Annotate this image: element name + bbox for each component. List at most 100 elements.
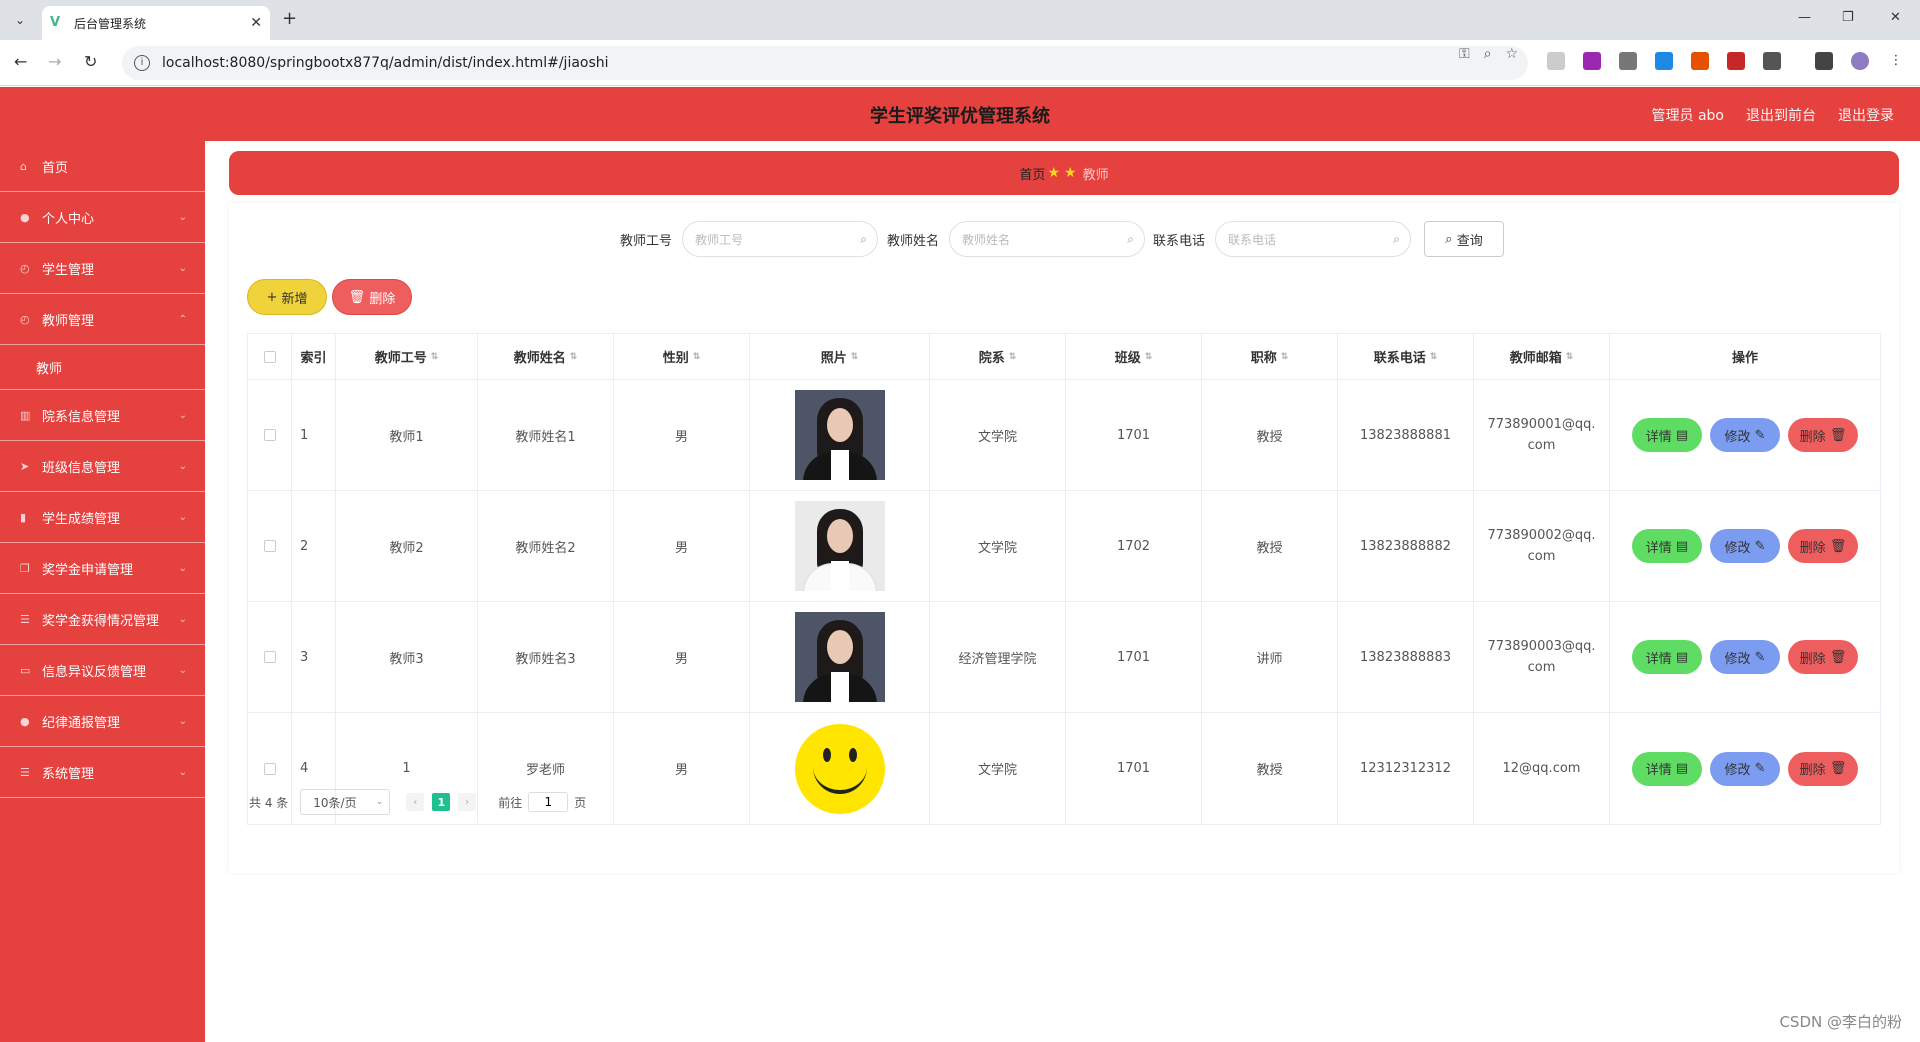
close-window-icon[interactable]: ✕ <box>1890 10 1901 25</box>
logout-link[interactable]: 退出登录 <box>1838 105 1894 125</box>
extension-icon[interactable] <box>1547 52 1565 70</box>
sidebar-item-system[interactable]: ☰ 系统管理 ⌄ <box>0 747 205 798</box>
sidebar-item-feedback[interactable]: ▭ 信息异议反馈管理 ⌄ <box>0 645 205 696</box>
sidebar-item-scholarship-result[interactable]: ☰ 奖学金获得情况管理 ⌄ <box>0 594 205 645</box>
new-tab-icon[interactable]: + <box>282 8 297 29</box>
sidebar-item-students[interactable]: ◴ 学生管理 ⌄ <box>0 243 205 294</box>
sidebar-item-home[interactable]: ⌂ 首页 <box>0 141 205 192</box>
current-user: 管理员 abo <box>1651 108 1724 124</box>
menu-dots-icon[interactable]: ⋮ <box>1887 52 1905 70</box>
delete-button[interactable]: 删除 🗑 <box>1788 529 1858 563</box>
edit-button[interactable]: 修改 ✎ <box>1710 640 1780 674</box>
omnibox[interactable]: i localhost:8080/springbootx877q/admin/d… <box>122 46 1528 80</box>
extension-icon[interactable] <box>1655 52 1673 70</box>
detail-button[interactable]: 详情 ▤ <box>1632 640 1702 674</box>
phone: 12312312312 <box>1338 713 1474 824</box>
prev-page-button[interactable]: ‹ <box>406 793 425 811</box>
chevron-up-icon: ⌃ <box>178 313 187 325</box>
col-sex[interactable]: 性别 ⇅ <box>614 334 750 379</box>
sidebar-item-profile[interactable]: ● 个人中心 ⌄ <box>0 192 205 243</box>
key-icon[interactable]: ⚿ <box>1459 46 1470 62</box>
row-checkbox[interactable] <box>263 429 276 441</box>
row-checkbox[interactable] <box>263 540 276 552</box>
extension-icon[interactable] <box>1583 52 1601 70</box>
clock-icon: ◴ <box>20 312 30 326</box>
select-all-checkbox[interactable] <box>263 350 276 363</box>
row-checkbox[interactable] <box>263 762 276 775</box>
breadcrumb-home[interactable]: 首页 <box>1019 164 1045 183</box>
current-page[interactable]: 1 <box>432 793 451 811</box>
table-header-row: 索引 教师工号 ⇅ 教师姓名 ⇅ 性别 ⇅ 照片 ⇅ 院系 ⇅ 班级 ⇅ 职称 ⇅ 联系电话 ⇅… <box>248 334 1880 380</box>
sidepanel-icon[interactable] <box>1815 52 1833 70</box>
zoom-icon[interactable]: ⌕ <box>1484 46 1492 62</box>
delete-button[interactable]: 删除 🗑 <box>1788 751 1858 786</box>
sidebar-item-teachers[interactable]: ◴ 教师管理 ⌃ <box>0 294 205 345</box>
profile-avatar[interactable] <box>1851 52 1869 70</box>
department: 文学院 <box>930 713 1066 824</box>
chevron-down-icon: ⌄ <box>178 766 187 778</box>
search-icon: ⌕ <box>1445 231 1457 247</box>
detail-button[interactable]: 详情 ▤ <box>1632 751 1702 786</box>
detail-button[interactable]: 详情 ▤ <box>1632 418 1702 452</box>
batch-delete-button[interactable]: 🗑 删除 <box>332 279 412 315</box>
url-text[interactable]: localhost:8080/springbootx877q/admin/dis… <box>162 55 609 71</box>
teacher-no-input[interactable]: 教师工号 ⌕ <box>682 221 879 257</box>
extension-icon[interactable] <box>1619 52 1637 70</box>
col-email[interactable]: 教师邮箱 ⇅ <box>1474 334 1610 379</box>
sidebar-item-departments[interactable]: ▥ 院系信息管理 ⌄ <box>0 390 205 441</box>
phone-input[interactable]: 联系电话 ⌕ <box>1215 221 1412 257</box>
sidebar-item-discipline[interactable]: ● 纪律通报管理 ⌄ <box>0 696 205 747</box>
minimize-icon[interactable]: — <box>1798 10 1811 25</box>
tab-search-icon[interactable]: ⌄ <box>10 10 30 30</box>
extension-icon[interactable] <box>1727 52 1745 70</box>
teacher-photo[interactable] <box>794 501 885 591</box>
goto-page-input[interactable] <box>528 792 569 812</box>
col-class[interactable]: 班级 ⇅ <box>1066 334 1202 379</box>
extension-icon[interactable] <box>1691 52 1709 70</box>
query-button[interactable]: ⌕ 查询 <box>1424 221 1504 257</box>
col-dept[interactable]: 院系 ⇅ <box>930 334 1066 379</box>
send-icon: ➤ <box>20 459 30 473</box>
exit-to-front-link[interactable]: 退出到前台 <box>1746 105 1816 125</box>
class: 1701 <box>1066 380 1202 490</box>
back-icon[interactable]: ← <box>14 52 27 71</box>
col-teacher-no[interactable]: 教师工号 ⇅ <box>336 334 478 379</box>
delete-button[interactable]: 删除 🗑 <box>1788 418 1858 452</box>
star-icon[interactable]: ☆ <box>1505 46 1518 62</box>
row-checkbox[interactable] <box>263 651 276 663</box>
col-phone[interactable]: 联系电话 ⇅ <box>1338 334 1474 379</box>
sidebar-item-grades[interactable]: ▮ 学生成绩管理 ⌄ <box>0 492 205 543</box>
reload-icon[interactable]: ↻ <box>84 52 97 71</box>
browser-tab[interactable]: V 后台管理系统 ✕ <box>42 6 270 40</box>
sidebar-item-classes[interactable]: ➤ 班级信息管理 ⌄ <box>0 441 205 492</box>
teacher-name-input[interactable]: 教师姓名 ⌕ <box>949 221 1146 257</box>
trash-icon: 🗑 <box>1829 761 1847 776</box>
sort-icon: ⇅ <box>1565 351 1574 362</box>
sort-icon: ⇅ <box>1008 351 1017 362</box>
page-size-select[interactable]: 10条/页 ⌄ <box>300 789 391 815</box>
detail-button[interactable]: 详情 ▤ <box>1632 529 1702 563</box>
sidebar-subitem-teacher[interactable]: 教师 <box>0 345 205 390</box>
restore-icon[interactable]: ❐ <box>1842 10 1854 25</box>
col-teacher-name[interactable]: 教师姓名 ⇅ <box>478 334 614 379</box>
chevron-down-icon: ⌄ <box>178 511 187 523</box>
add-button[interactable]: + 新增 <box>247 279 327 315</box>
next-page-button[interactable]: › <box>458 793 477 811</box>
teacher-photo[interactable] <box>794 612 885 702</box>
edit-button[interactable]: 修改 ✎ <box>1710 418 1780 452</box>
site-info-icon[interactable]: i <box>134 55 150 71</box>
trash-icon: 🗑 <box>348 289 370 305</box>
omnibox-actions: ⚿ ⌕ ☆ <box>1459 46 1518 62</box>
col-title[interactable]: 职称 ⇅ <box>1202 334 1338 379</box>
puzzle-icon[interactable] <box>1763 52 1781 70</box>
smiley-photo[interactable] <box>794 723 885 814</box>
forward-icon[interactable]: → <box>48 52 61 71</box>
teacher-no: 教师3 <box>336 602 478 712</box>
teacher-photo[interactable] <box>794 390 885 480</box>
col-photo[interactable]: 照片 ⇅ <box>750 334 930 379</box>
edit-button[interactable]: 修改 ✎ <box>1710 529 1780 563</box>
delete-button[interactable]: 删除 🗑 <box>1788 640 1858 674</box>
edit-button[interactable]: 修改 ✎ <box>1710 751 1780 786</box>
close-tab-icon[interactable]: ✕ <box>250 15 262 31</box>
sidebar-item-scholarship-apply[interactable]: ❐ 奖学金申请管理 ⌄ <box>0 543 205 594</box>
